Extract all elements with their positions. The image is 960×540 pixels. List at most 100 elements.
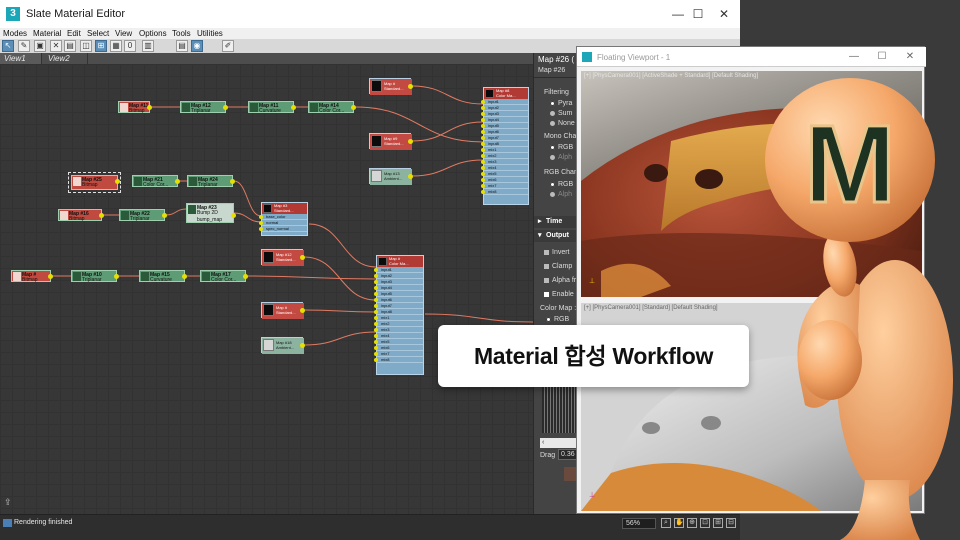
output-socket[interactable] — [351, 105, 356, 110]
output-socket[interactable] — [223, 105, 228, 110]
eyedropper-icon[interactable]: ✎ — [18, 40, 30, 52]
invert-checkbox[interactable]: Invert — [544, 249, 570, 256]
minimize-button[interactable]: — — [670, 6, 686, 22]
pin-icon[interactable]: ⇪ — [4, 497, 14, 507]
output-socket[interactable] — [182, 274, 187, 279]
filter-none-radio[interactable]: None — [550, 120, 575, 127]
input-slot-mix8[interactable]: mix8 — [374, 357, 423, 363]
output-socket[interactable] — [231, 213, 236, 218]
output-socket[interactable] — [291, 105, 296, 110]
bitmap-node-map-9[interactable]: Map # Bitmap — [11, 270, 53, 283]
output-socket[interactable] — [230, 179, 235, 184]
filter-summed-radio[interactable]: Sum — [550, 110, 572, 117]
triplanar-node-map-12[interactable]: Map #12 Triplanar — [180, 101, 228, 114]
zoom-icon[interactable]: ⌕ — [661, 518, 671, 528]
viewport-label[interactable]: [+] [PhysCamera001] [Standard] [Default … — [584, 305, 718, 311]
show-background-icon[interactable]: ▥ — [142, 40, 154, 52]
drag-value-field[interactable]: 0.36 — [558, 449, 578, 460]
rgb-alpha-radio[interactable]: Alph — [550, 191, 572, 198]
select-arrow-icon[interactable]: ↖ — [2, 40, 14, 52]
output-socket[interactable] — [408, 174, 413, 179]
color-map-rgb-radio[interactable]: RGB — [546, 316, 569, 323]
composite-node-top[interactable]: Map #8 Color Ma... input1 input2 input3 inpu… — [481, 87, 529, 205]
source-node-standard-2[interactable]: Map #9 Standard... — [369, 133, 413, 150]
menu-options[interactable]: Options — [139, 29, 167, 38]
composite-node-bottom[interactable]: Map # Color Ma... input1 input2 input3 input… — [374, 255, 424, 375]
map-name-field[interactable]: Map #26 — [538, 67, 565, 74]
bitmap-node-map-16[interactable]: Map #16 Bitmap — [58, 209, 104, 222]
menu-edit[interactable]: Edit — [67, 29, 81, 38]
output-socket[interactable] — [300, 255, 305, 260]
triplanar-node-map-22[interactable]: Map #22 Triplanar — [119, 209, 167, 222]
curvature-node-map-11[interactable]: Map #11 Curvature — [248, 101, 296, 114]
output-socket[interactable] — [300, 308, 305, 313]
assign-material-icon[interactable]: ▣ — [34, 40, 46, 52]
move-children-icon[interactable]: ▤ — [64, 40, 76, 52]
zoom-level-dropdown[interactable]: 56% — [622, 518, 656, 529]
delete-icon[interactable]: ✕ — [50, 40, 62, 52]
pick-icon[interactable]: ✐ — [222, 40, 234, 52]
source-node-standard-1[interactable]: Map # Standard... — [369, 78, 413, 95]
bump-2d-node-map-23[interactable]: Map #23 Bump 2D bump_map — [186, 203, 236, 223]
triplanar-node-map-24[interactable]: Map #24 Triplanar — [187, 175, 235, 188]
show-map-icon[interactable]: ◫ — [80, 40, 92, 52]
node-graph-canvas[interactable]: Map #11 Bitmap Map #12 Triplanar Map #11 Cu… — [0, 64, 533, 514]
alpha-from-rgb-checkbox[interactable]: Alpha fr — [544, 277, 576, 284]
layout-all-icon[interactable]: ⊞ — [95, 40, 107, 52]
menu-material[interactable]: Material — [33, 29, 61, 38]
input-slot-spec_normal[interactable]: spec_normal — [259, 226, 307, 232]
menu-select[interactable]: Select — [87, 29, 109, 38]
input-slot-mix8[interactable]: mix8 — [481, 189, 528, 195]
tab-view2[interactable]: View2 — [44, 53, 88, 64]
frame-all-icon[interactable]: ⊞ — [713, 518, 723, 528]
menu-view[interactable]: View — [115, 29, 132, 38]
triplanar-node-map-10[interactable]: Map #10 Triplanar — [71, 270, 119, 283]
hide-unused-icon[interactable]: 0 — [124, 40, 136, 52]
output-socket[interactable] — [243, 274, 248, 279]
menu-modes[interactable]: Modes — [3, 29, 27, 38]
curvature-node-map-15[interactable]: Map #15 Curvature — [139, 270, 187, 283]
layout-children-icon[interactable]: ▦ — [110, 40, 122, 52]
output-socket[interactable] — [48, 274, 53, 279]
frame-selected-icon[interactable]: ⊡ — [700, 518, 710, 528]
mono-rgb-radio[interactable]: RGB — [550, 144, 573, 151]
color-swatch[interactable] — [564, 467, 576, 481]
close-button[interactable]: ✕ — [903, 50, 917, 64]
bitmap-node-map-11[interactable]: Map #11 Bitmap — [118, 101, 152, 114]
filter-pyramidal-radio[interactable]: Pyra — [550, 100, 572, 107]
close-button[interactable]: ✕ — [716, 6, 732, 22]
rgb-rgb-radio[interactable]: RGB — [550, 181, 573, 188]
graph-scrollbar[interactable]: ‹ — [540, 438, 580, 448]
output-socket[interactable] — [300, 343, 305, 348]
menu-utilities[interactable]: Utilities — [197, 29, 223, 38]
output-socket[interactable] — [175, 179, 180, 184]
maximize-button[interactable]: ☐ — [875, 50, 889, 64]
output-socket[interactable] — [99, 213, 104, 218]
source-node-ambient-1[interactable]: Map #13 Ambient... — [369, 168, 413, 185]
tab-view1[interactable]: View1 — [0, 53, 42, 64]
zoom-region-icon[interactable]: ⊕ — [687, 518, 697, 528]
mono-alpha-radio[interactable]: Alph — [550, 154, 572, 161]
color-correction-node-map-21[interactable]: Map #21 Color Cor... — [132, 175, 180, 188]
standard-material-node-map-3[interactable]: Map #3 Standard... base_color normal spec_n… — [259, 202, 308, 236]
source-node-standard-3[interactable]: Map #12 Standard... — [261, 249, 305, 266]
source-node-ambient-2[interactable]: Map #18 Ambient... — [261, 337, 305, 354]
output-socket[interactable] — [114, 274, 119, 279]
output-socket[interactable] — [408, 84, 413, 89]
output-socket[interactable] — [408, 139, 413, 144]
output-socket[interactable] — [147, 105, 152, 110]
maximize-button[interactable]: ☐ — [690, 6, 706, 22]
color-map-graph[interactable] — [542, 383, 576, 433]
menu-tools[interactable]: Tools — [172, 29, 191, 38]
source-node-standard-4[interactable]: Map # Standard... — [261, 302, 305, 319]
color-correction-node-map-14[interactable]: Map #14 Color Cor... — [308, 101, 356, 114]
output-socket[interactable] — [115, 179, 120, 184]
parameter-editor-icon[interactable]: ◉ — [191, 40, 203, 52]
output-socket[interactable] — [162, 213, 167, 218]
pan-icon[interactable]: ✋ — [674, 518, 684, 528]
color-correction-node-map-17[interactable]: Map #17 Color Cor... — [200, 270, 248, 283]
bitmap-node-map-25[interactable]: Map #25 Bitmap — [68, 172, 121, 193]
bump-map-slot[interactable]: bump_map — [197, 217, 222, 223]
clamp-checkbox[interactable]: Clamp — [544, 263, 572, 270]
material-map-navigator-icon[interactable]: ▤ — [176, 40, 188, 52]
